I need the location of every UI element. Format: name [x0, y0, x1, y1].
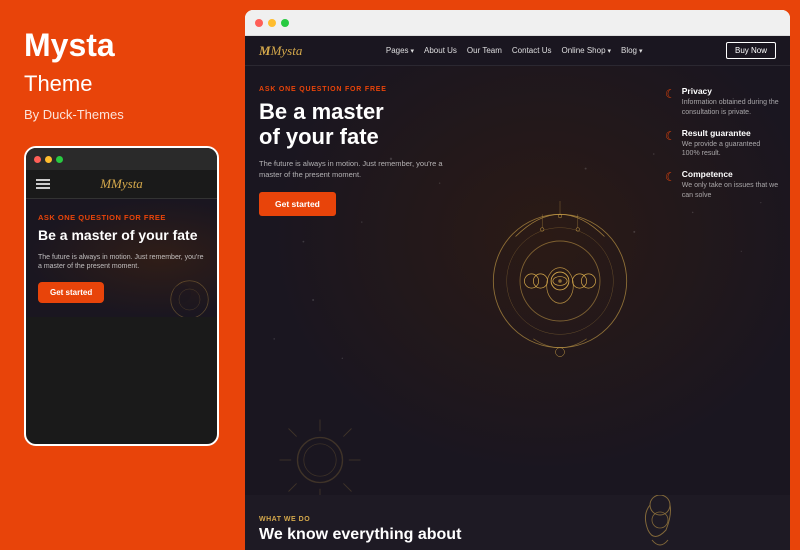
nav-contact[interactable]: Contact Us — [512, 46, 552, 55]
feature-privacy: ☾ Privacy Information obtained during th… — [665, 86, 780, 118]
bottom-headline: We know everything about — [259, 526, 776, 544]
dot-green — [56, 156, 63, 163]
hero-body-text: The future is always in motion. Just rem… — [259, 158, 451, 181]
mobile-preview: MMysta ASK ONE QUESTION FOR FREE Be a ma… — [24, 146, 219, 446]
guarantee-text: Result guarantee We provide a guaranteed… — [682, 128, 780, 160]
desktop-logo: MMysta — [259, 43, 302, 59]
mobile-body-text: The future is always in motion. Just rem… — [38, 253, 205, 273]
brand-subtitle: Theme — [24, 71, 221, 97]
nav-team[interactable]: Our Team — [467, 46, 502, 55]
privacy-icon: ☾ — [665, 87, 676, 102]
bottom-what-label: WHAT WE DO — [259, 516, 776, 523]
hero-cta-button[interactable]: Get started — [259, 192, 336, 216]
desktop-dot-yellow — [268, 19, 276, 27]
desktop-nav: MMysta Pages About Us Our Team Contact U… — [245, 36, 790, 66]
mobile-headline: Be a master of your fate — [38, 227, 205, 245]
feature-competence: ☾ Competence We only take on issues that… — [665, 169, 780, 201]
desktop-dot-red — [255, 19, 263, 27]
guarantee-desc: We provide a guaranteed 100% result. — [682, 140, 780, 160]
nav-pages[interactable]: Pages — [386, 46, 414, 55]
mobile-cta-button[interactable]: Get started — [38, 282, 104, 303]
hero-headline-line2: of your fate — [259, 124, 379, 149]
bottom-moon-figure — [630, 495, 690, 550]
competence-title: Competence — [682, 169, 780, 179]
dot-red — [34, 156, 41, 163]
nav-shop[interactable]: Online Shop — [561, 46, 611, 55]
brand-by: By Duck-Themes — [24, 107, 221, 122]
privacy-title: Privacy — [682, 86, 780, 96]
mystical-circle-svg — [480, 181, 640, 381]
hamburger-icon[interactable] — [36, 179, 50, 189]
desktop-browser-bar — [245, 10, 790, 36]
privacy-desc: Information obtained during the consulta… — [682, 98, 780, 118]
hero-left-content: ASK ONE QUESTION FOR FREE Be a master of… — [245, 66, 465, 495]
left-panel: Mysta Theme By Duck-Themes MMysta ASK ON… — [0, 0, 245, 550]
desktop-content: MMysta Pages About Us Our Team Contact U… — [245, 36, 790, 550]
desktop-bottom-strip: WHAT WE DO We know everything about — [245, 495, 790, 550]
privacy-text: Privacy Information obtained during the … — [682, 86, 780, 118]
dot-yellow — [45, 156, 52, 163]
competence-text: Competence We only take on issues that w… — [682, 169, 780, 201]
guarantee-title: Result guarantee — [682, 128, 780, 138]
competence-desc: We only take on issues that we can solve — [682, 181, 780, 201]
right-panel: MMysta Pages About Us Our Team Contact U… — [245, 10, 790, 550]
hero-headline-line1: Be a master — [259, 99, 384, 124]
guarantee-icon: ☾ — [665, 129, 676, 144]
buy-now-button[interactable]: Buy Now — [726, 42, 776, 59]
desktop-logo-text: Mysta — [271, 43, 303, 58]
mobile-hero: ASK ONE QUESTION FOR FREE Be a master of… — [26, 199, 217, 317]
hero-ask-label: ASK ONE QUESTION FOR FREE — [259, 86, 451, 93]
mobile-browser-bar — [26, 148, 217, 170]
hero-headline: Be a master of your fate — [259, 99, 451, 150]
hero-right-features: ☾ Privacy Information obtained during th… — [655, 66, 790, 495]
brand-name: Mysta — [24, 28, 221, 63]
feature-guarantee: ☾ Result guarantee We provide a guarante… — [665, 128, 780, 160]
nav-about[interactable]: About Us — [424, 46, 457, 55]
mobile-nav: MMysta — [26, 170, 217, 199]
nav-blog[interactable]: Blog — [621, 46, 642, 55]
mobile-logo: MMysta — [100, 176, 143, 192]
mobile-moon-decoration — [167, 277, 212, 317]
desktop-dot-green — [281, 19, 289, 27]
desktop-hero: ASK ONE QUESTION FOR FREE Be a master of… — [245, 66, 790, 495]
competence-icon: ☾ — [665, 170, 676, 185]
sun-decoration — [275, 415, 365, 495]
hero-center-graphic — [465, 66, 655, 495]
mobile-ask-label: ASK ONE QUESTION FOR FREE — [38, 213, 205, 222]
desktop-nav-links: Pages About Us Our Team Contact Us Onlin… — [386, 46, 643, 55]
